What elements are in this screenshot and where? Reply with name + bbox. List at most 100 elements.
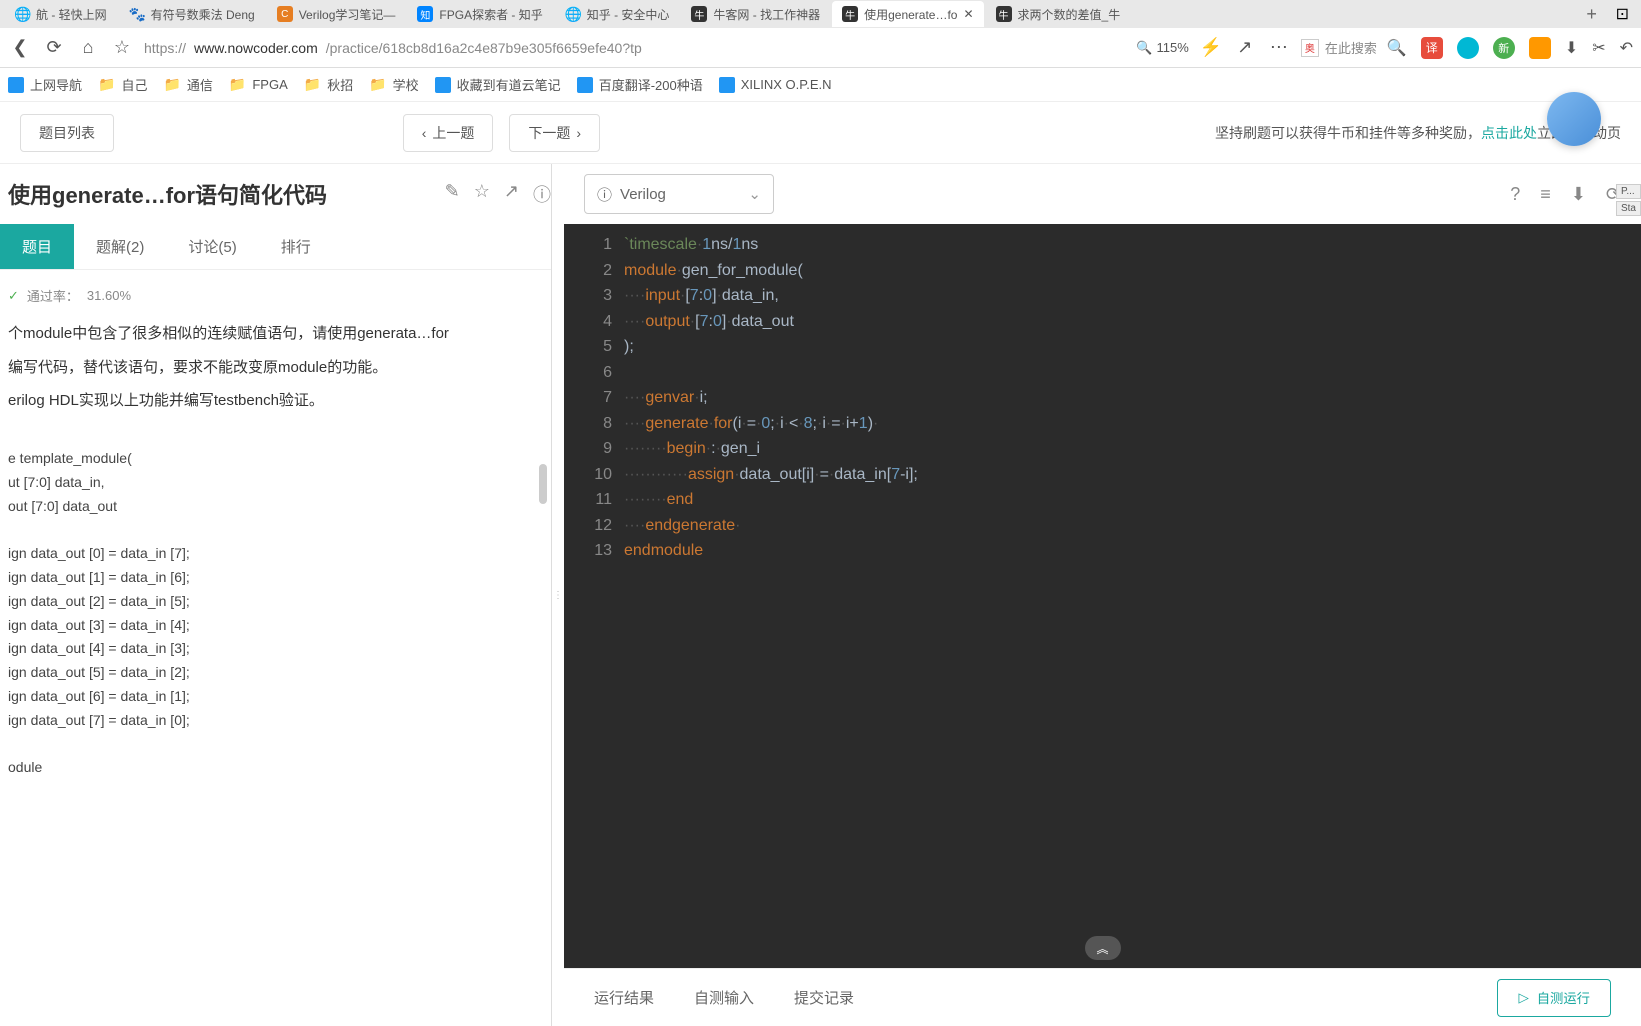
refresh-button[interactable]: ⟳ [42, 36, 66, 60]
tab-label: 牛客网 - 找工作神器 [713, 6, 820, 23]
favorite-icon[interactable]: ☆ [474, 181, 490, 207]
edit-icon[interactable]: ✎ [445, 181, 460, 207]
bookmark-item[interactable]: XILINX O.P.E.N [719, 77, 832, 93]
home-button[interactable]: ⌂ [76, 36, 100, 60]
tab-favicon: 🌐 [14, 6, 30, 22]
bookmark-favicon [435, 77, 451, 93]
problem-tabs: 题目题解(2)讨论(5)排行 [0, 224, 551, 270]
url-domain: www.nowcoder.com [194, 40, 318, 56]
bookmark-label: 上网导航 [30, 75, 82, 94]
footer-tab-result[interactable]: 运行结果 [594, 987, 654, 1008]
folder-icon: 📁 [369, 76, 386, 93]
star-button[interactable]: ☆ [110, 36, 134, 60]
problem-code-snippet: e template_module(ut [7:0] data_in,out [… [8, 447, 543, 780]
editor-side-tags: P... Sta [1616, 184, 1641, 216]
line-gutter: 12345678910111213 [564, 224, 624, 968]
help-icon[interactable]: ? [1510, 184, 1520, 205]
open-link-icon[interactable]: ↗ [504, 181, 519, 207]
ext-icon-1[interactable] [1457, 37, 1479, 59]
next-problem-button[interactable]: 下一题 › [509, 114, 600, 152]
reward-link[interactable]: 点击此处 [1481, 125, 1537, 141]
tab-favicon: 牛 [691, 6, 707, 22]
main-content: 使用generate…for语句简化代码 ✎ ☆ ↗ ⓘ 题目题解(2)讨论(5… [0, 164, 1641, 1026]
problem-desc-1: 个module中包含了很多相似的连续赋值语句，请使用generata…for [8, 321, 543, 347]
footer-tab-submit[interactable]: 提交记录 [794, 987, 854, 1008]
browser-tab[interactable]: 🌐航 - 轻快上网 [4, 1, 117, 27]
tab-favicon: 牛 [842, 6, 858, 22]
tab-favicon: C [277, 6, 293, 22]
tab-favicon: 🐾 [129, 6, 145, 22]
bookmark-label: 收藏到有道云笔记 [457, 75, 561, 94]
run-button[interactable]: ▷ 自测运行 [1497, 979, 1611, 1017]
footer-tab-input[interactable]: 自测输入 [694, 987, 754, 1008]
browser-tab[interactable]: 牛使用generate…fo ✕ [832, 1, 983, 27]
url-bar: ❮ ⟳ ⌂ ☆ https://www.nowcoder.com/practic… [0, 28, 1641, 68]
list-icon[interactable]: ≡ [1540, 184, 1551, 205]
new-tab-button[interactable]: + [1578, 4, 1606, 25]
translate-icon[interactable]: 译 [1421, 37, 1443, 59]
prev-problem-button[interactable]: ‹ 上一题 [403, 114, 494, 152]
bookmark-item[interactable]: 📁自己 [98, 75, 147, 94]
bookmark-favicon [8, 77, 24, 93]
info-icon: ⓘ [597, 184, 612, 205]
search-box[interactable]: 奥 在此搜索 [1301, 38, 1377, 57]
bookmark-item[interactable]: 上网导航 [8, 75, 82, 94]
editor-tag[interactable]: Sta [1616, 201, 1641, 216]
problem-desc-3: erilog HDL实现以上功能并编写testbench验证。 [8, 388, 543, 414]
bookmark-favicon [719, 77, 735, 93]
download-icon[interactable]: ⬇ [1565, 38, 1578, 58]
flash-icon[interactable]: ⚡ [1199, 36, 1223, 60]
folder-icon: 📁 [304, 76, 321, 93]
problem-list-button[interactable]: 题目列表 [20, 114, 114, 152]
browser-tab[interactable]: 知FPGA探索者 - 知乎 [407, 1, 552, 27]
floating-avatar[interactable] [1547, 92, 1601, 146]
undo-icon[interactable]: ↶ [1620, 38, 1633, 58]
browser-tab[interactable]: 牛牛客网 - 找工作神器 [681, 1, 830, 27]
browser-tab[interactable]: 🌐知乎 - 安全中心 [555, 1, 680, 27]
left-scrollbar[interactable] [539, 464, 547, 504]
tab-label: 使用generate…fo [864, 6, 957, 23]
cut-icon[interactable]: ✂ [1592, 38, 1605, 58]
problem-tab[interactable]: 讨论(5) [166, 224, 258, 269]
share-icon[interactable]: ↗ [1233, 36, 1257, 60]
bookmark-item[interactable]: 📁FPGA [229, 76, 288, 93]
url-input[interactable]: https://www.nowcoder.com/practice/618cb8… [144, 40, 1126, 56]
code-editor[interactable]: 12345678910111213 `timescale·1ns/1nsmodu… [564, 224, 1641, 968]
bookmark-label: 秋招 [327, 75, 353, 94]
problem-tab[interactable]: 题目 [0, 224, 74, 269]
zoom-control[interactable]: 🔍 115% [1136, 40, 1188, 56]
back-button[interactable]: ❮ [8, 36, 32, 60]
tab-label: FPGA探索者 - 知乎 [439, 6, 542, 23]
bookmark-label: XILINX O.P.E.N [741, 77, 832, 92]
ext-icon-2[interactable]: 新 [1493, 37, 1515, 59]
code-content[interactable]: `timescale·1ns/1nsmodule·gen_for_module(… [624, 224, 1641, 968]
editor-header: ⓘ Verilog ⌄ ? ≡ ⬇ ⟳ P...Sta [564, 164, 1641, 224]
bookmark-item[interactable]: 收藏到有道云笔记 [435, 75, 561, 94]
tab-close-button[interactable]: ✕ [963, 7, 973, 21]
tab-favicon: 牛 [996, 6, 1012, 22]
scroll-top-button[interactable]: ︽ [1085, 936, 1121, 960]
bookmark-item[interactable]: 📁学校 [369, 75, 418, 94]
tab-overflow-icon[interactable]: ⊡ [1608, 4, 1637, 24]
bookmark-item[interactable]: 📁通信 [163, 75, 212, 94]
tab-label: Verilog学习笔记— [299, 6, 396, 23]
chevron-down-icon: ⌄ [748, 185, 761, 203]
download-icon[interactable]: ⬇ [1571, 184, 1586, 205]
problem-tab[interactable]: 排行 [259, 224, 333, 269]
more-icon[interactable]: ⋯ [1267, 36, 1291, 60]
browser-tab[interactable]: 🐾有符号数乘法 Deng [119, 1, 265, 27]
editor-tag[interactable]: P... [1616, 184, 1641, 199]
browser-tab[interactable]: C Verilog学习笔记— [267, 1, 406, 27]
bookmark-item[interactable]: 百度翻译-200种语 [577, 75, 703, 94]
problem-tab[interactable]: 题解(2) [74, 224, 166, 269]
search-icon[interactable]: 🔍 [1387, 38, 1407, 58]
page-header: 题目列表 ‹ 上一题 下一题 › 坚持刷题可以获得牛币和挂件等多种奖励，点击此处… [0, 102, 1641, 164]
bookmark-label: 百度翻译-200种语 [599, 75, 703, 94]
language-select[interactable]: ⓘ Verilog ⌄ [584, 174, 774, 214]
info-icon[interactable]: ⓘ [533, 181, 551, 207]
panel-splitter[interactable]: ⋮ [552, 164, 564, 1026]
bookmark-item[interactable]: 📁 秋招 [304, 75, 353, 94]
bookmark-label: 通信 [187, 75, 213, 94]
ext-icon-3[interactable] [1529, 37, 1551, 59]
browser-tab[interactable]: 牛求两个数的差值_牛 [986, 1, 1131, 27]
